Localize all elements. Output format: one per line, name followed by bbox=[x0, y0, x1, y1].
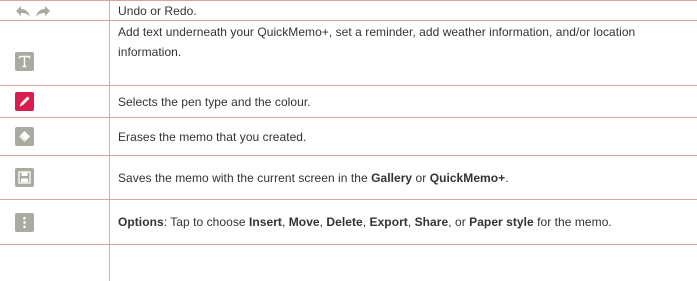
share-term: Share bbox=[414, 215, 449, 229]
table-row: Options: Tap to choose Insert, Move, Del… bbox=[0, 200, 697, 244]
save-icon bbox=[15, 168, 34, 187]
description-text: Options: Tap to choose Insert, Move, Del… bbox=[118, 215, 612, 229]
description-text: Add text underneath your QuickMemo+, set… bbox=[118, 25, 636, 59]
table-rule bbox=[0, 244, 697, 245]
table-row: Saves the memo with the current screen i… bbox=[0, 156, 697, 199]
icon-cell bbox=[0, 86, 109, 117]
icon-cell bbox=[0, 1, 109, 20]
table-row: Erases the memo that you created. bbox=[0, 118, 697, 155]
move-term: Move bbox=[288, 215, 320, 229]
quickmemo-icon-table: Undo or Redo. Add text underneath your Q… bbox=[0, 0, 697, 281]
export-term: Export bbox=[369, 215, 408, 229]
pen-icon bbox=[15, 92, 34, 111]
table-row: Add text underneath your QuickMemo+, set… bbox=[0, 21, 697, 85]
table-row: Undo or Redo. bbox=[0, 1, 697, 20]
description-text: Erases the memo that you created. bbox=[118, 129, 307, 144]
description-text: Selects the pen type and the colour. bbox=[118, 94, 311, 109]
redo-icon bbox=[34, 3, 51, 19]
paper-style-term: Paper style bbox=[469, 215, 534, 229]
row-description: Erases the memo that you created. bbox=[118, 118, 688, 155]
gallery-term: Gallery bbox=[371, 170, 413, 185]
row-description: Add text underneath your QuickMemo+, set… bbox=[118, 21, 688, 85]
text-tool-icon bbox=[15, 51, 34, 71]
description-text: Saves the memo with the current screen i… bbox=[118, 170, 509, 185]
icon-cell bbox=[0, 118, 109, 155]
options-term: Options bbox=[118, 215, 164, 229]
quickmemo-term: QuickMemo+ bbox=[429, 170, 506, 185]
insert-term: Insert bbox=[249, 215, 282, 229]
icon-cell bbox=[0, 21, 109, 85]
description-text: Undo or Redo. bbox=[118, 3, 197, 18]
undo-icon bbox=[15, 3, 32, 19]
row-description: Saves the memo with the current screen i… bbox=[118, 156, 688, 199]
row-description: Undo or Redo. bbox=[118, 1, 688, 20]
row-description: Selects the pen type and the colour. bbox=[118, 86, 688, 117]
table-row: Selects the pen type and the colour. bbox=[0, 86, 697, 117]
icon-cell bbox=[0, 156, 109, 199]
undo-redo-icons bbox=[15, 3, 51, 19]
icon-cell bbox=[0, 200, 109, 244]
options-icon bbox=[15, 212, 34, 232]
eraser-icon bbox=[15, 127, 34, 146]
row-description: Options: Tap to choose Insert, Move, Del… bbox=[118, 200, 688, 244]
delete-term: Delete bbox=[326, 215, 363, 229]
